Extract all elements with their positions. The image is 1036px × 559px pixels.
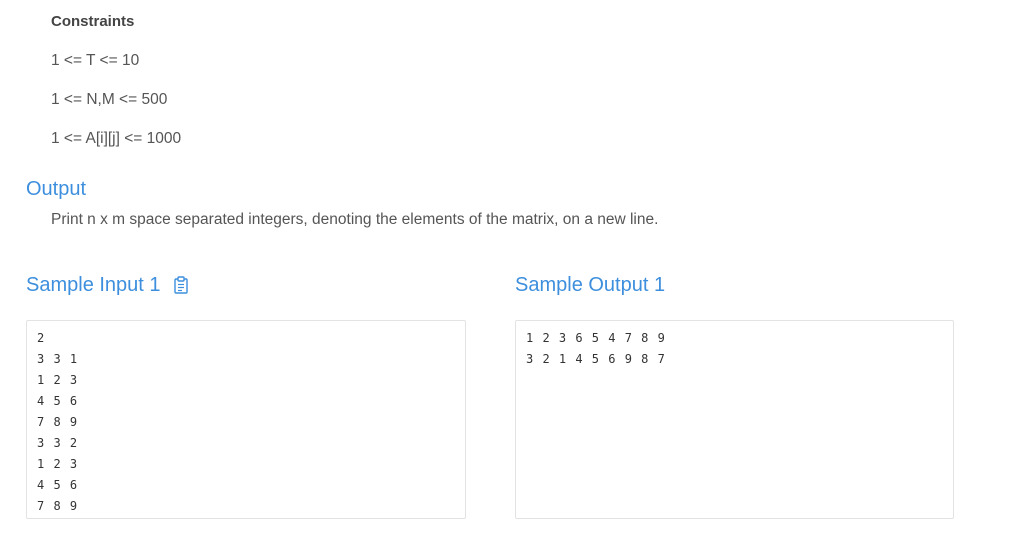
output-description: Print n x m space separated integers, de… — [51, 211, 659, 228]
sample-input-line: 3 3 2 — [37, 436, 79, 450]
clipboard-icon[interactable] — [173, 276, 189, 294]
constraint-line: 1 <= T <= 10 — [51, 52, 140, 69]
constraint-line: 1 <= A[i][j] <= 1000 — [51, 130, 182, 147]
sample-output-box: 1 2 3 6 5 4 7 8 9 3 2 1 4 5 6 9 8 7 — [515, 320, 954, 519]
sample-output-heading: Sample Output 1 — [515, 274, 666, 296]
sample-input-line: 3 3 1 — [37, 352, 79, 366]
constraint-line: 1 <= N,M <= 500 — [51, 91, 168, 108]
sample-input-line: 4 5 6 — [37, 478, 79, 492]
sample-input-line: 7 8 9 — [37, 499, 79, 513]
sample-input-box: 2 3 3 1 1 2 3 4 5 6 7 8 9 3 3 2 1 2 3 4 … — [26, 320, 466, 519]
sample-input-line: 1 2 3 — [37, 457, 79, 471]
sample-input-heading: Sample Input 1 — [26, 274, 161, 296]
output-heading: Output — [26, 178, 87, 200]
sample-output-line: 1 2 3 6 5 4 7 8 9 — [526, 331, 666, 345]
sample-input-line: 2 — [37, 331, 46, 345]
sample-input-line: 7 8 9 — [37, 415, 79, 429]
sample-input-line: 1 2 3 — [37, 373, 79, 387]
sample-input-line: 4 5 6 — [37, 394, 79, 408]
constraints-title: Constraints — [51, 13, 135, 30]
sample-output-line: 3 2 1 4 5 6 9 8 7 — [526, 352, 666, 366]
